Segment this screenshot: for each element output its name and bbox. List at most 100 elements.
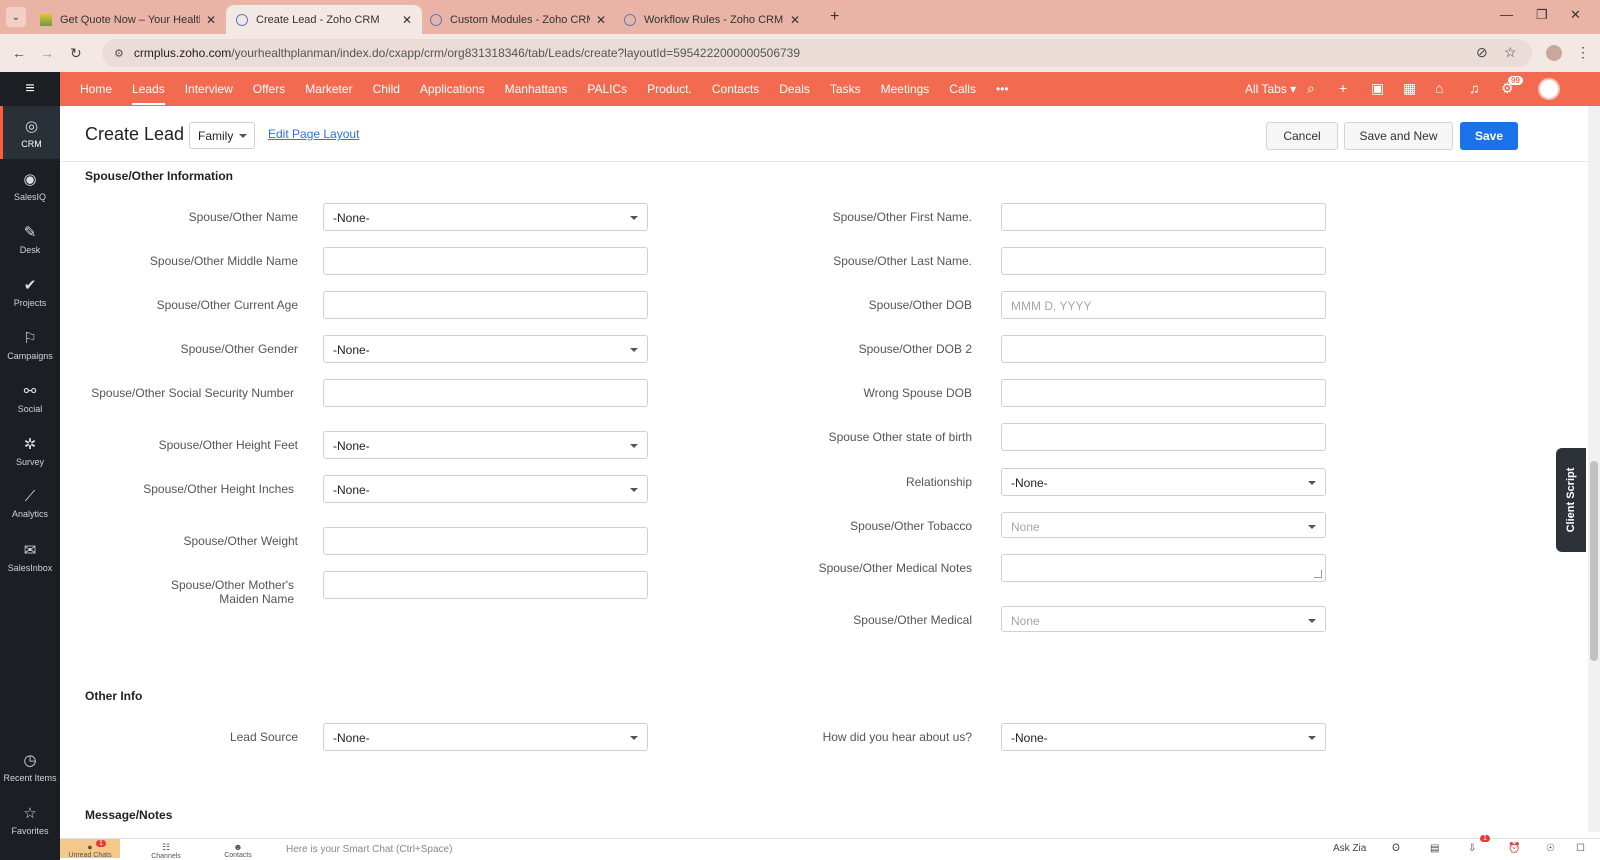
nav-offers[interactable]: Offers [253, 82, 285, 96]
spouse-name-select[interactable]: -None- [323, 203, 648, 231]
forward-icon[interactable]: → [40, 45, 54, 61]
feedback-icon[interactable]: ☐ [1576, 843, 1585, 854]
save-and-new-button[interactable]: Save and New [1344, 122, 1453, 150]
nav-palics[interactable]: PALICs [587, 82, 627, 96]
spouse-gender-select[interactable]: -None- [323, 335, 648, 363]
eye-off-icon[interactable]: ⊘ [1476, 44, 1488, 61]
download-icon[interactable]: ⇩ [1468, 843, 1476, 854]
scrollbar-thumb[interactable] [1590, 461, 1598, 661]
translate-icon[interactable]: Ꙩ [1392, 843, 1400, 854]
hear-about-us-select[interactable]: -None- [1001, 723, 1326, 751]
spouse-medical-select[interactable]: None [1001, 606, 1326, 632]
relationship-select[interactable]: -None- [1001, 468, 1326, 496]
app-item-salesiq[interactable]: ◉ SalesIQ [0, 159, 60, 212]
close-tab-icon[interactable]: ✕ [206, 13, 216, 27]
close-window-icon[interactable]: ✕ [1570, 7, 1581, 23]
close-tab-icon[interactable]: ✕ [402, 13, 412, 27]
app-item-social[interactable]: ⚯ Social [0, 371, 60, 424]
spouse-dob2-field[interactable] [1001, 335, 1326, 363]
nav-manhattans[interactable]: Manhattans [505, 82, 568, 96]
minimize-icon[interactable]: — [1500, 7, 1513, 22]
activity-icon[interactable]: ▣ [1371, 80, 1384, 97]
marketplace-icon[interactable]: ⌂ [1435, 80, 1443, 96]
browser-tab[interactable]: Get Quote Now – Your Health Pla ✕ [30, 5, 226, 34]
spouse-height-feet-select[interactable]: -None- [323, 431, 648, 459]
back-icon[interactable]: ← [12, 45, 26, 61]
page-scrollbar[interactable] [1588, 106, 1600, 832]
calendar-icon[interactable]: ▦ [1403, 80, 1416, 97]
avatar[interactable] [1538, 78, 1560, 100]
contacts-button[interactable]: ☻ Contacts [208, 842, 268, 859]
hamburger-menu-icon[interactable]: ≡ [0, 72, 60, 106]
browser-tab[interactable]: Custom Modules - Zoho CRM ✕ [420, 5, 616, 34]
spouse-first-name-field[interactable] [1001, 203, 1326, 231]
spouse-maiden-name-field[interactable] [323, 571, 648, 599]
all-tabs-dropdown[interactable]: All Tabs ▾ [1245, 82, 1296, 96]
layout-select[interactable]: Family [189, 122, 255, 149]
channels-button[interactable]: ☷ Channels [136, 842, 196, 860]
settings-gear-icon[interactable]: ⚙ [1501, 80, 1514, 97]
recent-items-button[interactable]: ◷ Recent Items [0, 740, 60, 793]
spouse-middle-name-field[interactable] [323, 247, 648, 275]
close-tab-icon[interactable]: ✕ [790, 13, 800, 27]
browser-tab-active[interactable]: Create Lead - Zoho CRM ✕ [226, 5, 422, 34]
unread-chats-button[interactable]: ● Unread Chats [60, 839, 120, 859]
wrong-spouse-dob-field[interactable] [1001, 379, 1326, 407]
add-icon[interactable]: + [1339, 80, 1347, 96]
nav-product[interactable]: Product. [647, 82, 692, 96]
spouse-current-age-field[interactable] [323, 291, 648, 319]
notes-icon[interactable]: ▤ [1430, 843, 1439, 854]
save-button[interactable]: Save [1460, 122, 1518, 150]
smart-chat-input[interactable]: Here is your Smart Chat (Ctrl+Space) [286, 844, 452, 855]
nav-meetings[interactable]: Meetings [881, 82, 930, 96]
app-item-desk[interactable]: ✎ Desk [0, 212, 60, 265]
spouse-state-of-birth-field[interactable] [1001, 423, 1326, 451]
app-item-crm[interactable]: ◎ CRM [0, 106, 60, 159]
browser-tab[interactable]: Workflow Rules - Zoho CRM ✕ [614, 5, 810, 34]
app-item-campaigns[interactable]: ⚐ Campaigns [0, 318, 60, 371]
app-item-survey[interactable]: ✲ Survey [0, 424, 60, 477]
restore-icon[interactable]: ❐ [1536, 7, 1548, 23]
nav-tasks[interactable]: Tasks [830, 82, 861, 96]
profile-icon[interactable] [1546, 45, 1562, 61]
alarm-icon[interactable]: ⏰ [1508, 843, 1520, 854]
edit-page-layout-link[interactable]: Edit Page Layout [268, 127, 359, 141]
spouse-tobacco-select[interactable]: None [1001, 512, 1326, 538]
nav-child[interactable]: Child [373, 82, 400, 96]
nav-deals[interactable]: Deals [779, 82, 810, 96]
close-tab-icon[interactable]: ✕ [596, 13, 606, 27]
nav-applications[interactable]: Applications [420, 82, 485, 96]
client-script-tab[interactable]: Client Script [1556, 448, 1586, 552]
app-item-analytics[interactable]: ⟋ Analytics [0, 477, 60, 530]
nav-home[interactable]: Home [80, 82, 112, 96]
more-tabs-icon[interactable]: ••• [996, 82, 1009, 96]
nav-interview[interactable]: Interview [185, 82, 233, 96]
spouse-weight-field[interactable] [323, 527, 648, 555]
cancel-button[interactable]: Cancel [1266, 122, 1338, 150]
nav-leads[interactable]: Leads [132, 82, 165, 105]
browser-menu-icon[interactable]: ⋮ [1576, 44, 1590, 61]
spouse-medical-notes-textarea[interactable] [1001, 554, 1326, 582]
spouse-last-name-field[interactable] [1001, 247, 1326, 275]
app-item-salesinbox[interactable]: ✉ SalesInbox [0, 530, 60, 583]
site-info-icon[interactable]: ⚙ [114, 47, 124, 60]
favorites-button[interactable]: ☆ Favorites [0, 793, 60, 846]
search-icon[interactable]: ⌕ [1307, 80, 1315, 97]
tab-search-button[interactable]: ⌄ [6, 7, 26, 27]
nav-contacts[interactable]: Contacts [712, 82, 759, 96]
spouse-dob-field[interactable]: MMM D, YYYY [1001, 291, 1326, 319]
nav-marketer[interactable]: Marketer [305, 82, 352, 96]
url-field[interactable]: ⚙ crmplus.zoho.com/yourhealthplanman/ind… [102, 39, 1532, 67]
app-item-projects[interactable]: ✔ Projects [0, 265, 60, 318]
announce-icon[interactable]: ☉ [1546, 843, 1555, 854]
new-tab-icon[interactable]: + [830, 8, 839, 26]
resize-handle-icon[interactable] [1314, 570, 1322, 578]
ask-zia-button[interactable]: Ask Zia [1333, 843, 1366, 854]
lead-source-select[interactable]: -None- [323, 723, 648, 751]
spouse-height-inches-select[interactable]: -None- [323, 475, 648, 503]
nav-calls[interactable]: Calls [949, 82, 976, 96]
bookmark-star-icon[interactable]: ☆ [1504, 44, 1517, 61]
reload-icon[interactable]: ↻ [70, 45, 82, 62]
bell-icon[interactable]: ♫ [1469, 80, 1480, 96]
spouse-ssn-field[interactable] [323, 379, 648, 407]
